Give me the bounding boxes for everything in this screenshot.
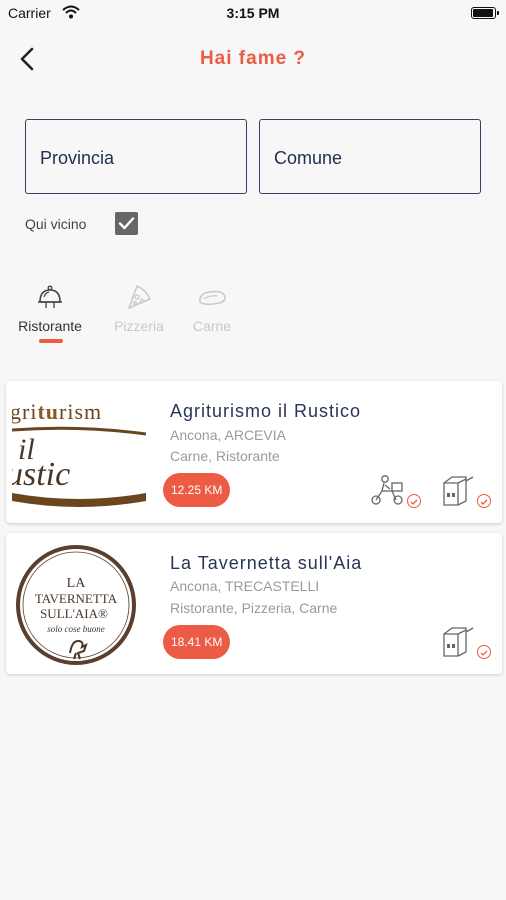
nav-bar: Hai fame ?	[0, 36, 506, 84]
provincia-placeholder: Provincia	[40, 148, 115, 168]
page-title: Hai fame ?	[199, 48, 307, 69]
svg-text:solo cose buone: solo cose buone	[47, 624, 105, 634]
svg-text:TAVERNETTA: TAVERNETTA	[35, 591, 118, 606]
battery-icon	[471, 7, 499, 19]
provincia-field[interactable]: Provincia	[25, 119, 247, 194]
svg-text:griturism: griturism	[12, 399, 102, 424]
near-checkbox[interactable]	[115, 212, 138, 235]
takeaway-bag-icon	[443, 627, 474, 657]
restaurant-location: Ancona, ARCEVIA	[170, 427, 286, 443]
comune-placeholder: Comune	[274, 148, 343, 168]
restaurant-card[interactable]: griturism il ustic Agriturismo il Rustic…	[6, 381, 502, 523]
category-label: Ristorante	[18, 318, 82, 334]
restaurant-card[interactable]: LA TAVERNETTA SULL'AIA® solo cose buone …	[6, 533, 502, 674]
restaurant-name: Agriturismo il Rustico	[170, 401, 362, 421]
meat-icon	[199, 290, 226, 305]
restaurant-logo: LA TAVERNETTA SULL'AIA® solo cose buone	[12, 541, 146, 667]
delivery-scooter-icon	[371, 475, 403, 505]
cloche-icon	[38, 285, 62, 308]
category-label: Carne	[192, 318, 232, 334]
category-pizzeria[interactable]: Pizzeria	[99, 282, 179, 352]
checkmark-icon	[118, 217, 135, 230]
distance-badge: 18.41 KM	[163, 625, 231, 659]
distance-badge: 12.25 KM	[163, 473, 231, 507]
near-label: Qui vicino	[25, 216, 87, 232]
restaurant-categories: Carne, Ristorante	[170, 448, 280, 464]
restaurant-categories: Ristorante, Pizzeria, Carne	[170, 600, 338, 616]
svg-text:SULL'AIA®: SULL'AIA®	[40, 606, 108, 621]
status-bar: Carrier 3:15 PM	[0, 0, 506, 26]
category-selected-indicator	[39, 339, 63, 343]
check-circle-icon	[477, 494, 491, 508]
category-label: Pizzeria	[114, 318, 164, 334]
svg-text:LA: LA	[67, 576, 87, 591]
svg-text:ustic: ustic	[12, 456, 70, 493]
comune-field[interactable]: Comune	[259, 119, 481, 194]
status-time: 3:15 PM	[226, 5, 280, 21]
restaurant-location: Ancona, TRECASTELLI	[170, 578, 320, 594]
category-carne[interactable]: Carne	[172, 282, 252, 352]
takeaway-bag-icon	[443, 476, 474, 506]
restaurant-name: La Tavernetta sull'Aia	[170, 553, 363, 573]
check-circle-icon	[477, 645, 491, 659]
check-circle-icon	[407, 494, 421, 508]
restaurant-logo: griturism il ustic	[12, 389, 146, 515]
pizza-slice-icon	[128, 285, 151, 309]
